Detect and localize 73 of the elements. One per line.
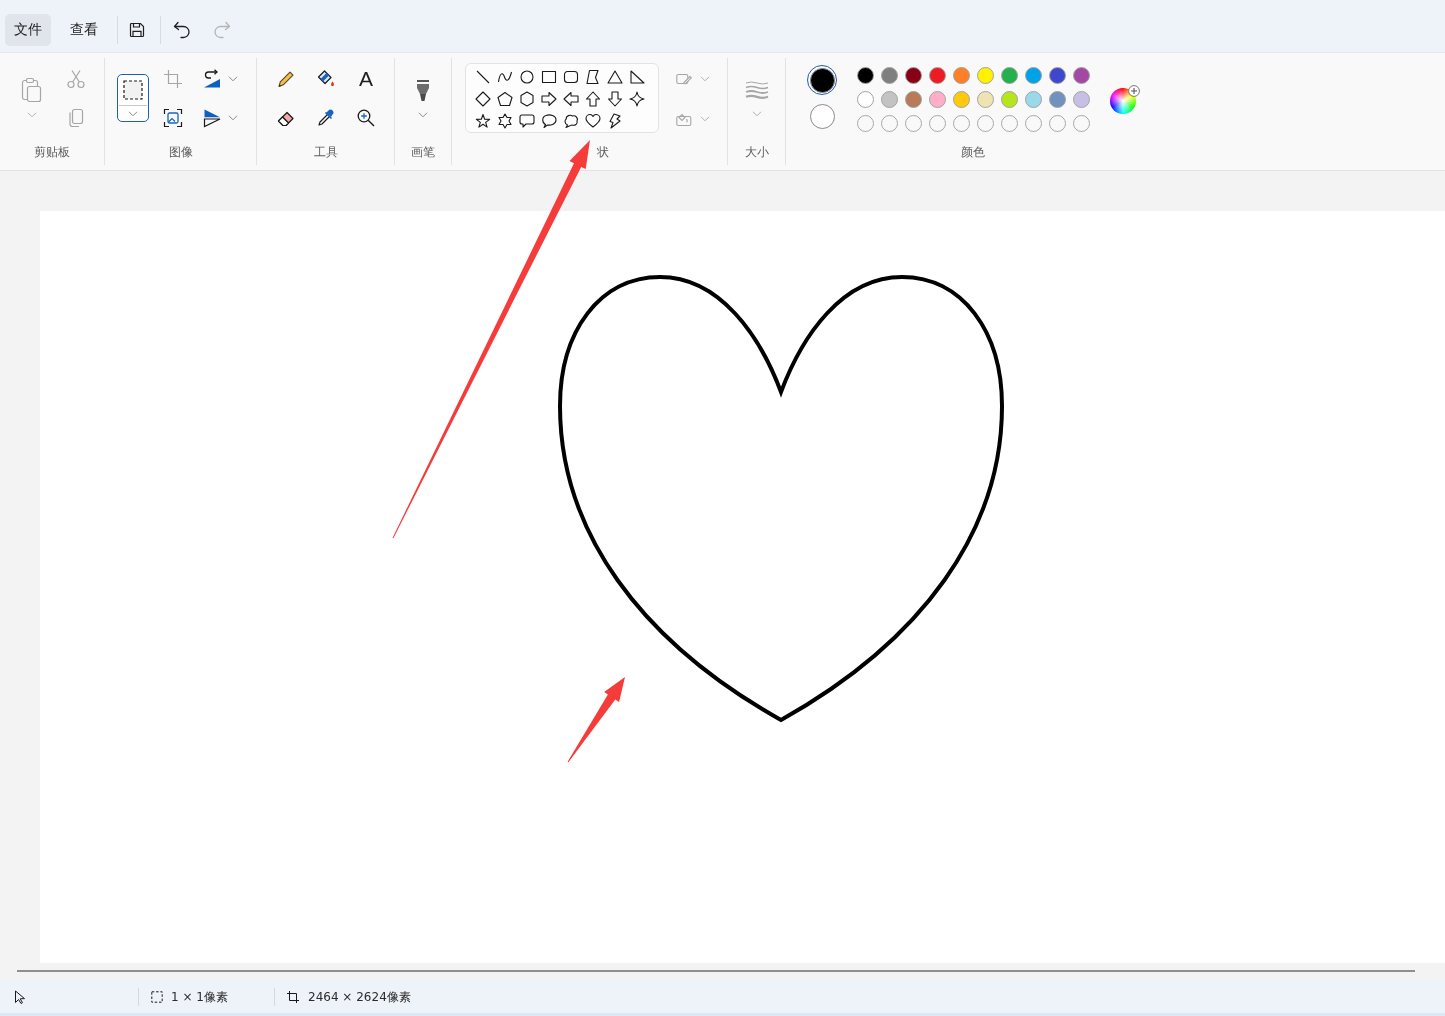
- horizontal-scrollbar[interactable]: [17, 970, 1415, 972]
- dashed-selection-icon: [123, 80, 143, 100]
- polygon-icon[interactable]: [585, 69, 601, 85]
- up-arrow-icon[interactable]: [585, 91, 601, 107]
- color-swatch-icon[interactable]: [953, 67, 970, 84]
- color-swatch-icon[interactable]: [1049, 67, 1066, 84]
- cloud-callout-icon[interactable]: [563, 113, 579, 129]
- diamond-icon[interactable]: [475, 91, 491, 107]
- color-swatch-icon[interactable]: [1049, 91, 1066, 108]
- triangle-icon[interactable]: [607, 69, 623, 85]
- color-swatch-icon[interactable]: [953, 91, 970, 108]
- zoom-in-icon[interactable]: [356, 108, 376, 128]
- status-text: 1 × 1像素: [171, 988, 228, 1005]
- chevron-down-icon[interactable]: [228, 76, 238, 82]
- color-wheel-icon[interactable]: [1110, 85, 1140, 115]
- resize-icon[interactable]: [163, 108, 183, 128]
- group-label: 状: [596, 144, 609, 160]
- color-swatch-icon[interactable]: [929, 67, 946, 84]
- right-triangle-icon[interactable]: [629, 69, 645, 85]
- group-label: 画笔: [411, 144, 435, 160]
- curve-icon[interactable]: [497, 69, 513, 85]
- select-button[interactable]: [117, 74, 149, 122]
- color-swatch-icon[interactable]: [881, 67, 898, 84]
- pointer-icon: [14, 989, 26, 1004]
- status-text: 2464 × 2624像素: [308, 988, 411, 1005]
- color-swatch-icon[interactable]: [1073, 67, 1090, 84]
- save-icon[interactable]: [129, 22, 145, 38]
- down-arrow-icon[interactable]: [607, 91, 623, 107]
- color-swatch-icon[interactable]: [1025, 91, 1042, 108]
- rectangle-callout-icon[interactable]: [519, 113, 535, 129]
- paint-bucket-icon[interactable]: [316, 69, 336, 89]
- menu-tab[interactable]: 文件: [5, 14, 51, 46]
- color-swatch-icon[interactable]: [1025, 67, 1042, 84]
- chevron-down-icon[interactable]: [128, 111, 138, 117]
- five-point-star-icon[interactable]: [475, 113, 491, 129]
- color-swatch-icon[interactable]: [977, 91, 994, 108]
- four-point-star-icon[interactable]: [629, 91, 645, 107]
- right-arrow-icon[interactable]: [541, 91, 557, 107]
- color-swatch-icon[interactable]: [905, 91, 922, 108]
- text-tool-button[interactable]: A: [359, 69, 373, 89]
- menu-tab[interactable]: 查看: [61, 14, 107, 46]
- selection-size-icon: [151, 990, 163, 1003]
- group-label: 工具: [313, 144, 338, 160]
- color-swatch-icon[interactable]: [857, 67, 874, 84]
- chevron-down-icon[interactable]: [418, 112, 428, 118]
- line-icon[interactable]: [475, 69, 491, 85]
- chevron-down-icon[interactable]: [228, 115, 238, 121]
- left-arrow-icon[interactable]: [563, 91, 579, 107]
- lightning-icon[interactable]: [607, 113, 623, 129]
- group-label: 大小: [744, 144, 769, 160]
- color-swatch-icon[interactable]: [977, 67, 994, 84]
- color-swatch-icon[interactable]: [857, 91, 874, 108]
- eyedropper-icon[interactable]: [316, 108, 336, 128]
- canvas-size-icon: [287, 990, 299, 1003]
- group-label: 剪贴板: [34, 144, 70, 160]
- color-swatch-icon[interactable]: [1073, 91, 1090, 108]
- group-label: 颜色: [961, 144, 985, 160]
- rotate-icon[interactable]: [202, 69, 222, 89]
- color-swatch-icon[interactable]: [905, 67, 922, 84]
- hexagon-icon[interactable]: [519, 91, 535, 107]
- group-label: 图像: [168, 144, 193, 160]
- undo-icon[interactable]: [172, 20, 192, 40]
- rectangle-icon[interactable]: [541, 69, 557, 85]
- six-point-star-icon[interactable]: [497, 113, 513, 129]
- color-swatch-icon[interactable]: [1001, 91, 1018, 108]
- color-swatch-icon[interactable]: [1001, 67, 1018, 84]
- heart-icon[interactable]: [585, 113, 601, 129]
- color-swatch-icon[interactable]: [881, 91, 898, 108]
- pencil-icon[interactable]: [276, 69, 296, 89]
- color-swatch-icon[interactable]: [929, 91, 946, 108]
- pentagon-icon[interactable]: [497, 91, 513, 107]
- flip-icon[interactable]: [202, 108, 222, 128]
- oval-callout-icon[interactable]: [541, 113, 557, 129]
